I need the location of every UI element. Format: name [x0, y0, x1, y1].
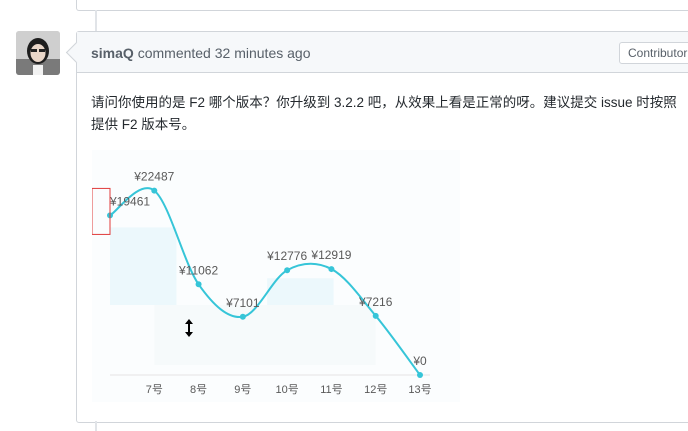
x-tick-label: 11号 [320, 383, 342, 396]
previous-comment-box [76, 0, 688, 11]
comment-header: simaQ commented 32 minutes ago Contribut… [65, 32, 688, 73]
x-tick-label: 9号 [234, 383, 251, 396]
chart-area-band [110, 227, 177, 305]
data-label: ¥11062 [178, 263, 218, 277]
comment-caret [65, 41, 88, 64]
x-tick-label: 7号 [146, 383, 163, 396]
data-label: ¥7216 [358, 295, 393, 309]
data-label: ¥22487 [133, 170, 174, 184]
data-point [239, 313, 246, 320]
comment-body-line: 请问你使用的是 F2 哪个版本？你升级到 3.2.2 吧，从效果上看是正常的呀。… [91, 95, 677, 110]
highlight-box [91, 187, 111, 235]
data-point [195, 281, 202, 288]
data-label: ¥0 [412, 354, 427, 368]
x-tick-label: 10号 [276, 383, 299, 396]
timeline-line [95, 421, 97, 431]
avatar[interactable] [16, 31, 60, 75]
x-tick-label: 12号 [364, 383, 387, 396]
data-label: ¥7101 [225, 296, 260, 310]
data-point [151, 187, 158, 194]
comment-action: commented [137, 45, 211, 61]
data-point [417, 372, 423, 378]
data-label: ¥12776 [266, 249, 307, 263]
comment-meta: simaQ commented 32 minutes ago [91, 45, 310, 61]
data-point [328, 266, 335, 273]
data-point [372, 312, 379, 319]
line-chart: ¥19461 ¥22487 ¥11062 ¥7101 ¥12776 ¥12919 ¥7216… [91, 170, 432, 396]
chart-area-band [267, 278, 334, 305]
comment-box: simaQ commented 32 minutes ago Contribut… [65, 31, 688, 423]
comment-body-line: 提供 F2 版本号。 [91, 117, 196, 132]
x-tick-label: 13号 [408, 383, 431, 396]
data-label: ¥12919 [310, 248, 351, 262]
chart-image: ¥19461 ¥22487 ¥11062 ¥7101 ¥12776 ¥12919 ¥7216… [91, 150, 460, 402]
x-tick-label: 8号 [190, 383, 207, 396]
author-link[interactable]: simaQ [91, 45, 134, 61]
resize-cursor-icon [185, 319, 193, 337]
timeline-line [95, 10, 97, 32]
data-point [284, 267, 291, 274]
comment-body: 请问你使用的是 F2 哪个版本？你升级到 3.2.2 吧，从效果上看是正常的呀。… [91, 92, 688, 136]
role-badge: Contributor [619, 42, 688, 64]
data-label: ¥19461 [109, 194, 150, 208]
comment-timestamp[interactable]: 32 minutes ago [215, 45, 311, 61]
